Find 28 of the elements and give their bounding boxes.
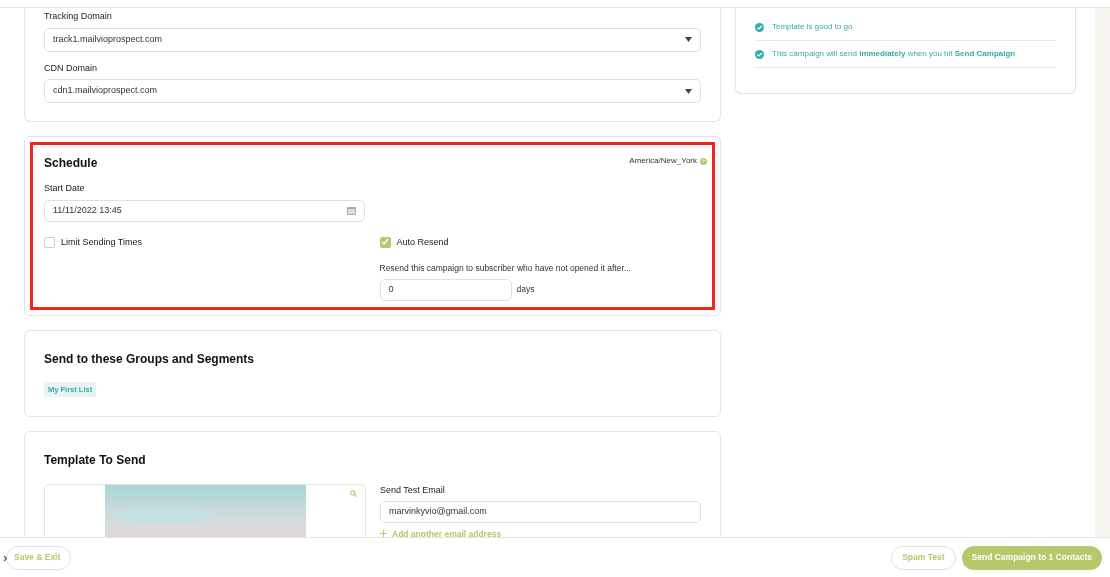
checkbox[interactable] [44,236,55,248]
search-icon[interactable] [350,490,357,497]
checklist-text: Template is good to go [772,21,853,33]
unit-text: days [516,283,535,297]
caret-icon [685,88,692,94]
field-label: CDN Domain [44,61,98,75]
checklist-text: This campaign will send immediately when you hit Send Campaign [772,48,1016,60]
caret-icon [685,37,692,42]
days-field[interactable]: 0 [379,278,512,301]
checkbox-label: Limit Sending Times [61,235,143,249]
checkbox[interactable] [379,236,391,248]
plus-icon [380,530,387,537]
section-title: Schedule [44,155,98,172]
email-field[interactable]: marvinkyvio@gmail.com [380,500,701,523]
resend-text: Resend this campaign to subscriber who have not opened it after... [379,262,632,275]
field-label: Send Test Email [380,484,446,497]
calendar-icon [347,206,356,215]
date-field[interactable]: 11/11/2022 13:45 [44,199,365,222]
help-icon[interactable] [700,157,707,165]
field-label: Start Date [44,182,86,195]
section-title: Send to these Groups and Segments [44,350,256,368]
domain-select[interactable]: track1.mailvioprospect.com [44,27,701,52]
chevron-right-icon[interactable] [3,554,8,562]
domain-select[interactable]: cdn1.mailvioprospect.com [44,79,701,103]
timezone-text: America/New_York [629,155,697,167]
section-title: Template To Send [44,452,147,469]
field-label: Tracking Domain [44,10,113,23]
checkbox-label: Auto Resend [396,235,449,249]
